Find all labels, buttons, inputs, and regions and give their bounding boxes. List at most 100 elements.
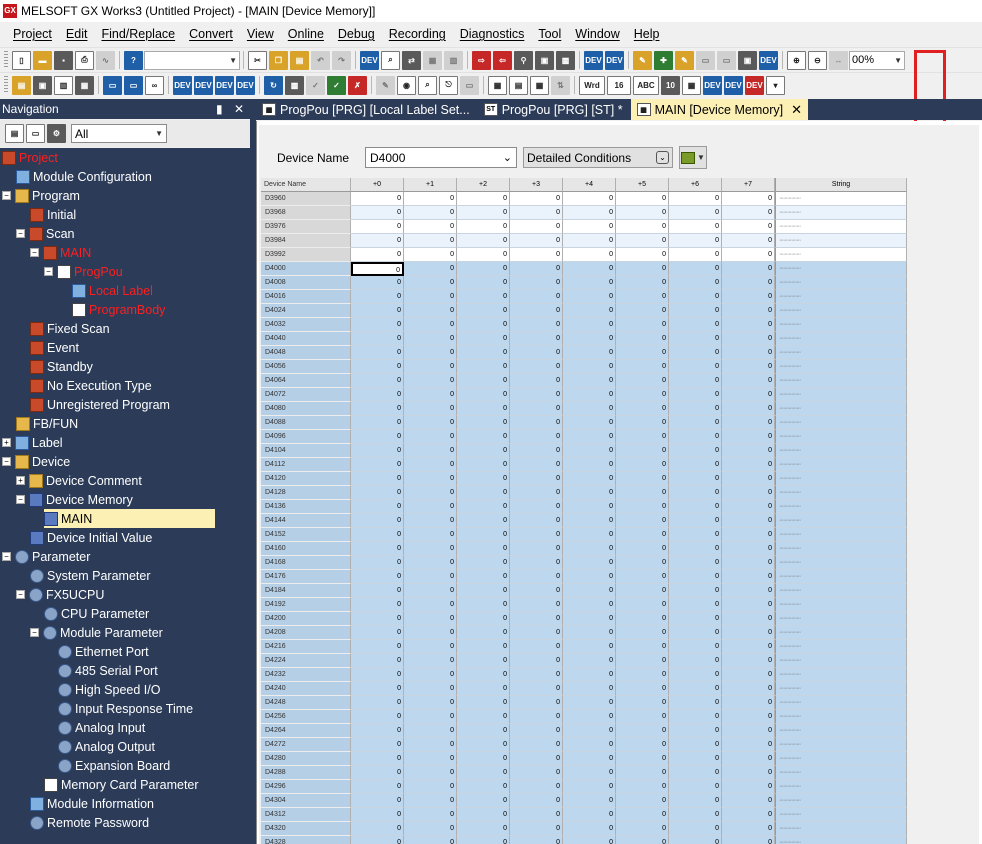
device-value-cell[interactable]: 0: [457, 514, 510, 528]
device-value-cell[interactable]: 0: [722, 626, 775, 640]
string-value-cell[interactable]: ················: [775, 346, 907, 360]
string-value-cell[interactable]: ················: [775, 458, 907, 472]
device-value-cell[interactable]: 0: [722, 598, 775, 612]
device-value-cell[interactable]: 0: [722, 444, 775, 458]
device-value-cell[interactable]: 0: [404, 626, 457, 640]
device-name-cell[interactable]: D4072: [261, 388, 351, 402]
device-value-cell[interactable]: 0: [351, 710, 404, 724]
device-value-cell[interactable]: 0: [457, 234, 510, 248]
device-value-cell[interactable]: 0: [510, 234, 563, 248]
device-value-cell[interactable]: 0: [722, 528, 775, 542]
nav-tree-item[interactable]: Project: [2, 148, 58, 167]
device-value-cell[interactable]: 0: [404, 332, 457, 346]
device-value-cell[interactable]: 0: [404, 710, 457, 724]
device-name-cell[interactable]: D4160: [261, 542, 351, 556]
device-value-cell[interactable]: 0: [616, 528, 669, 542]
device-name-cell[interactable]: D4096: [261, 430, 351, 444]
pin-icon[interactable]: ▮: [216, 102, 223, 116]
collapse-icon[interactable]: −: [16, 590, 25, 599]
close-icon[interactable]: ✕: [234, 102, 244, 116]
string-value-cell[interactable]: ················: [775, 794, 907, 808]
device-value-cell[interactable]: 0: [510, 766, 563, 780]
device-name-cell[interactable]: D3960: [261, 192, 351, 206]
device-value-cell[interactable]: 0: [616, 416, 669, 430]
device-value-cell[interactable]: 0: [404, 724, 457, 738]
program-icon[interactable]: ▣: [33, 75, 52, 95]
device-value-cell[interactable]: 0: [563, 640, 616, 654]
device-value-cell[interactable]: 0: [404, 346, 457, 360]
string-value-cell[interactable]: ················: [775, 696, 907, 710]
string-value-cell[interactable]: ················: [775, 752, 907, 766]
eye-icon[interactable]: ◉: [397, 75, 416, 95]
open-project-icon[interactable]: ▬: [33, 50, 52, 70]
device-value-cell[interactable]: 0: [457, 374, 510, 388]
nav-tree-item[interactable]: Unregistered Program: [30, 395, 170, 414]
collapse-all-icon[interactable]: ▭: [26, 124, 45, 143]
device-value-cell[interactable]: 0: [722, 486, 775, 500]
film-icon[interactable]: ▦: [75, 75, 94, 95]
device-value-cell[interactable]: 0: [563, 738, 616, 752]
device-value-cell[interactable]: 0: [457, 290, 510, 304]
device-value-cell[interactable]: 0: [404, 374, 457, 388]
device-value-cell[interactable]: 0: [404, 402, 457, 416]
device-value-cell[interactable]: 0: [616, 486, 669, 500]
device-value-cell[interactable]: 0: [457, 794, 510, 808]
string-value-cell[interactable]: ················: [775, 514, 907, 528]
device-value-cell[interactable]: 0: [616, 444, 669, 458]
device-value-cell[interactable]: 0: [669, 290, 722, 304]
toolbar-grip[interactable]: [4, 76, 8, 94]
device-value-cell[interactable]: 0: [457, 346, 510, 360]
list-view-icon[interactable]: ▤: [509, 75, 528, 95]
device-value-cell[interactable]: 0: [669, 430, 722, 444]
device-value-cell[interactable]: 0: [351, 430, 404, 444]
device-value-cell[interactable]: 0: [404, 640, 457, 654]
device-value-cell[interactable]: 0: [404, 766, 457, 780]
device-value-cell[interactable]: 0: [404, 192, 457, 206]
device-value-cell[interactable]: 0: [616, 290, 669, 304]
string-value-cell[interactable]: ················: [775, 836, 907, 844]
zoom-in-icon[interactable]: ⊕: [787, 50, 806, 70]
string-value-cell[interactable]: ················: [775, 542, 907, 556]
device-value-cell[interactable]: 0: [669, 192, 722, 206]
device-value-cell[interactable]: 0: [457, 584, 510, 598]
device-value-cell[interactable]: 0: [722, 472, 775, 486]
sort-icon[interactable]: ⇅: [551, 75, 570, 95]
string-value-cell[interactable]: ················: [775, 430, 907, 444]
expand-icon[interactable]: +: [16, 476, 25, 485]
device-value-cell[interactable]: 0: [563, 570, 616, 584]
device-value-cell[interactable]: 0: [563, 234, 616, 248]
device-value-cell[interactable]: 0: [404, 696, 457, 710]
device-value-cell[interactable]: 0: [616, 388, 669, 402]
decimal-display-icon[interactable]: 10: [661, 75, 680, 95]
device-name-cell[interactable]: D4216: [261, 640, 351, 654]
device-value-cell[interactable]: 0: [616, 570, 669, 584]
device-value-cell[interactable]: 0: [351, 416, 404, 430]
device-value-cell[interactable]: 0: [351, 290, 404, 304]
device-value-cell[interactable]: 0: [616, 514, 669, 528]
device-value-cell[interactable]: 0: [457, 332, 510, 346]
device-value-cell[interactable]: 0: [351, 220, 404, 234]
device-value-cell[interactable]: 0: [351, 822, 404, 836]
device-value-cell[interactable]: 0: [510, 248, 563, 262]
device-value-cell[interactable]: 0: [616, 668, 669, 682]
device-value-cell[interactable]: 0: [669, 710, 722, 724]
device-value-cell[interactable]: 0: [722, 696, 775, 710]
device-value-cell[interactable]: 0: [669, 836, 722, 844]
device-value-cell[interactable]: 0: [404, 808, 457, 822]
menu-help[interactable]: Help: [627, 23, 667, 45]
device-value-cell[interactable]: 0: [669, 276, 722, 290]
string-value-cell[interactable]: ················: [775, 780, 907, 794]
device-name-cell[interactable]: D4176: [261, 570, 351, 584]
device-value-cell[interactable]: 0: [510, 822, 563, 836]
device-value-cell[interactable]: 0: [457, 276, 510, 290]
find-icon[interactable]: ⌕: [381, 50, 400, 70]
string-value-cell[interactable]: ················: [775, 738, 907, 752]
device-name-cell[interactable]: D4048: [261, 346, 351, 360]
menu-find-replace[interactable]: Find/Replace: [94, 23, 182, 45]
device-name-cell[interactable]: D4008: [261, 276, 351, 290]
nav-tree-item[interactable]: CPU Parameter: [44, 604, 149, 623]
device-value-cell[interactable]: 0: [616, 808, 669, 822]
device-value-cell[interactable]: 0: [563, 514, 616, 528]
nav-tree-item[interactable]: System Parameter: [30, 566, 151, 585]
device-value-cell[interactable]: 0: [563, 556, 616, 570]
